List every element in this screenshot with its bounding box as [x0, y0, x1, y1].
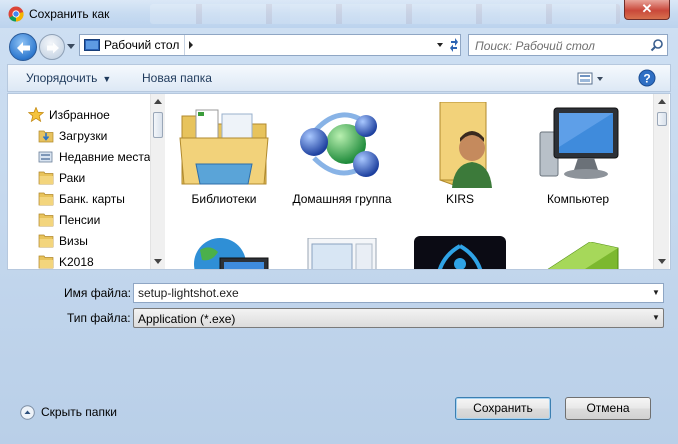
- sidebar-item-visas[interactable]: Визы: [8, 230, 156, 251]
- sidebar-item-label: Избранное: [49, 108, 110, 122]
- grid-item-label: Домашняя группа: [292, 192, 392, 206]
- scroll-down-icon[interactable]: [655, 253, 669, 269]
- chevron-down-icon[interactable]: ▼: [648, 284, 664, 302]
- command-bar: Упорядочить ▼ Новая папка ?: [7, 64, 671, 92]
- homegroup-icon: [300, 112, 379, 177]
- desktop-icon: [84, 39, 100, 51]
- grid-item-app-shortcut[interactable]: [401, 236, 519, 269]
- grid-item-computer[interactable]: Компьютер: [519, 102, 637, 207]
- control-panel-icon: [307, 238, 377, 269]
- sidebar-item-label: Загрузки: [59, 129, 108, 143]
- computer-icon: [539, 107, 619, 179]
- organize-menu[interactable]: Упорядочить ▼: [26, 71, 111, 85]
- sidebar-item-label: Банк. карты: [59, 192, 125, 206]
- green-item-icon: [547, 242, 619, 269]
- downloads-folder-icon: [38, 130, 54, 143]
- search-box[interactable]: Поиск: Рабочий стол: [468, 34, 668, 56]
- window-title: Сохранить как: [29, 7, 110, 21]
- grid-item-control-panel[interactable]: [283, 238, 401, 269]
- sidebar-item-bank-cards[interactable]: Банк. карты: [8, 188, 156, 209]
- scroll-up-icon[interactable]: [655, 94, 669, 110]
- arrow-left-icon: [17, 42, 30, 54]
- sidebar-item-label: Пенсии: [59, 213, 101, 227]
- grid-item-label: Компьютер: [546, 192, 610, 206]
- grid-item-kirs[interactable]: KIRS: [401, 102, 519, 207]
- address-bar[interactable]: Рабочий стол: [79, 34, 461, 56]
- breadcrumb-chevron[interactable]: [184, 35, 196, 55]
- title-bar: Сохранить как ✕: [0, 0, 678, 28]
- filetype-select[interactable]: Application (*.exe) ▼: [133, 308, 664, 328]
- chevron-right-icon: [189, 41, 193, 49]
- folder-icon: [38, 192, 54, 206]
- scroll-thumb[interactable]: [657, 112, 667, 126]
- svg-text:?: ?: [643, 72, 650, 86]
- back-button[interactable]: [9, 33, 37, 61]
- sidebar-item-k2018[interactable]: K2018: [8, 251, 156, 269]
- content-grid: Библиотеки Домашняя группа KIRS Компьюте…: [165, 94, 655, 269]
- chevron-up-circle-icon: [20, 405, 35, 420]
- grid-item-homegroup[interactable]: Домашняя группа: [283, 102, 401, 207]
- change-view-icon[interactable]: [576, 71, 606, 87]
- sidebar-item-label: Недавние места: [59, 150, 151, 164]
- content-scrollbar[interactable]: [653, 94, 669, 269]
- sidebar-item-downloads[interactable]: Загрузки: [8, 125, 156, 146]
- scroll-down-icon[interactable]: [151, 253, 165, 269]
- scroll-thumb[interactable]: [153, 112, 163, 138]
- folder-icon: [38, 213, 54, 227]
- grid-item-network[interactable]: [165, 234, 283, 269]
- sidebar-item-pensions[interactable]: Пенсии: [8, 209, 156, 230]
- close-button[interactable]: ✕: [624, 0, 670, 20]
- scroll-up-icon[interactable]: [151, 94, 165, 110]
- sidebar-item-favorites[interactable]: Избранное: [8, 104, 156, 125]
- grid-item-label: Библиотеки: [191, 192, 257, 206]
- app-shortcut-icon: [414, 236, 506, 269]
- organize-label: Упорядочить: [26, 71, 98, 85]
- sidebar-item-label: Раки: [59, 171, 86, 185]
- new-folder-button[interactable]: Новая папка: [142, 71, 212, 85]
- filetype-label: Тип файла:: [67, 311, 131, 325]
- help-icon[interactable]: ?: [638, 69, 656, 87]
- folder-icon: [38, 171, 54, 185]
- grid-item-green[interactable]: [519, 242, 637, 269]
- nav-pane-scrollbar[interactable]: [150, 94, 165, 269]
- forward-button[interactable]: [39, 34, 65, 60]
- sidebar-item-label: Визы: [59, 234, 88, 248]
- sidebar-item-recent-places[interactable]: Недавние места: [8, 146, 156, 167]
- history-dropdown-icon[interactable]: [66, 41, 76, 51]
- grid-item-libraries[interactable]: Библиотеки: [165, 102, 283, 207]
- filename-value[interactable]: setup-lightshot.exe: [138, 286, 239, 300]
- search-input[interactable]: Поиск: Рабочий стол: [475, 39, 595, 53]
- folder-icon: [38, 234, 54, 248]
- filename-field[interactable]: setup-lightshot.exe ▼: [133, 283, 664, 303]
- hide-folders-label: Скрыть папки: [41, 405, 117, 419]
- folder-icon: [38, 255, 54, 269]
- chevron-down-icon: ▼: [102, 74, 112, 84]
- save-button[interactable]: Сохранить: [455, 397, 551, 420]
- grid-item-label: KIRS: [445, 192, 474, 206]
- recent-places-icon: [38, 151, 53, 163]
- navigation-pane: Избранное Загрузки Недавние места Раки Б…: [8, 94, 156, 269]
- chevron-down-icon: [437, 38, 458, 52]
- filename-label: Имя файла:: [64, 286, 131, 300]
- search-icon[interactable]: [650, 38, 664, 52]
- arrow-right-icon: [47, 42, 59, 54]
- sidebar-item-label: K2018: [59, 255, 94, 269]
- user-folder-icon: [439, 102, 492, 188]
- network-icon: [194, 238, 269, 269]
- filetype-value: Application (*.exe): [138, 312, 236, 326]
- background-browser-tabs: [150, 4, 620, 24]
- chevron-down-icon[interactable]: ▼: [648, 309, 664, 327]
- chrome-icon: [8, 6, 24, 22]
- cancel-button[interactable]: Отмена: [565, 397, 651, 420]
- libraries-icon: [179, 109, 269, 185]
- file-browser: Избранное Загрузки Недавние места Раки Б…: [7, 93, 671, 270]
- star-icon: [28, 107, 44, 122]
- address-location[interactable]: Рабочий стол: [104, 38, 179, 52]
- address-dropdown[interactable]: [434, 35, 460, 55]
- sidebar-item-raki[interactable]: Раки: [8, 167, 156, 188]
